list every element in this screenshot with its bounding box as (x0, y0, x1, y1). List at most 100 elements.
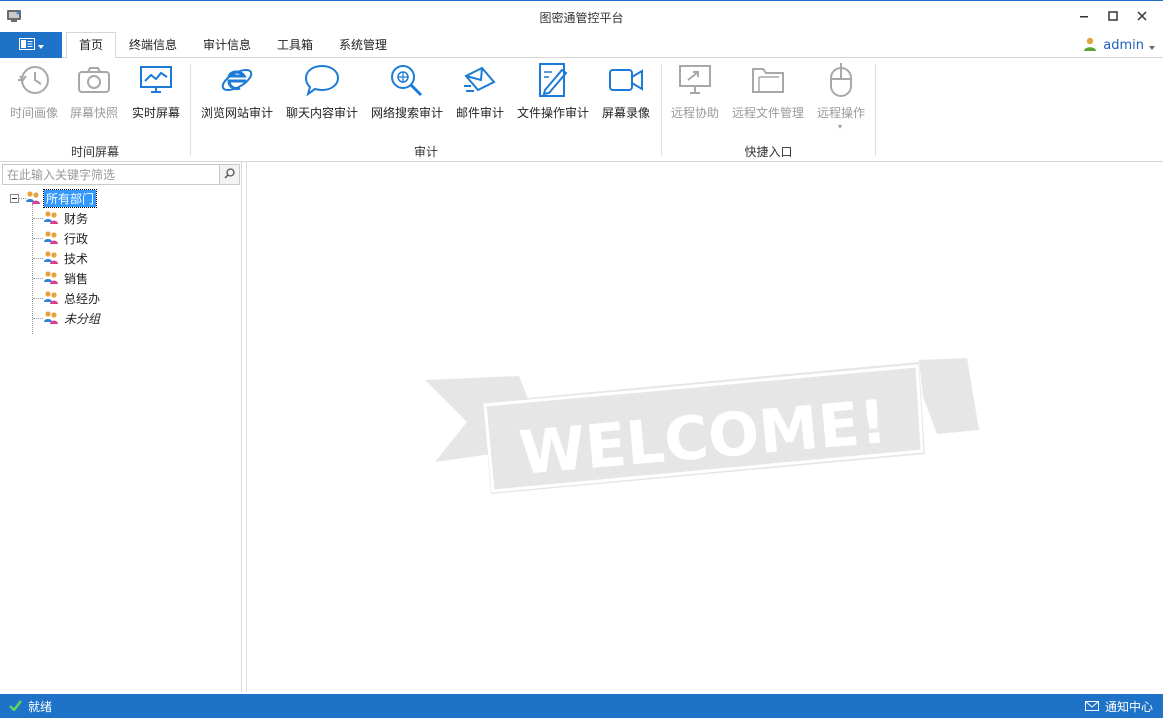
user-group-icon (43, 209, 59, 228)
tab-toolbox[interactable]: 工具箱 (265, 32, 325, 58)
group-label-audit: 审计 (413, 145, 438, 159)
window-title: 图密通管控平台 (539, 11, 624, 25)
remote-assist-button[interactable]: 远程协助 (668, 62, 722, 122)
notification-center-button[interactable]: 通知中心 (1084, 698, 1153, 715)
tab-audit-info[interactable]: 审计信息 (191, 32, 263, 58)
filter-input[interactable] (3, 165, 219, 184)
tree-line (33, 278, 43, 279)
tree-line (33, 318, 43, 319)
tree-node-label: 未分组 (64, 311, 101, 326)
group-label-shortcuts: 快捷入口 (744, 145, 793, 159)
mouse-icon (821, 62, 861, 98)
tree-line (33, 298, 43, 299)
mail-send-icon (460, 62, 500, 98)
history-clock-icon (14, 62, 54, 98)
minimize-button[interactable] (1070, 5, 1098, 27)
tree-node-department[interactable]: 技术 (43, 249, 90, 267)
tree-node-all-departments[interactable]: 所有部门 (25, 188, 98, 208)
main-content: WELCOME! (246, 162, 1163, 692)
status-bar: 就绪 通知中心 (0, 694, 1163, 718)
video-camera-icon (606, 62, 646, 98)
monitor-chart-icon (136, 62, 176, 98)
chevron-down-icon (37, 38, 44, 52)
welcome-banner: WELCOME! (425, 358, 979, 494)
close-button[interactable] (1128, 5, 1156, 27)
tree-node-department[interactable]: 销售 (43, 269, 90, 287)
user-group-icon (43, 289, 59, 308)
time-portrait-button[interactable]: 时间画像 (8, 62, 60, 122)
remote-operation-button[interactable]: 远程操作 (815, 62, 867, 122)
filter-box (2, 164, 240, 185)
screen-snapshot-label: 屏幕快照 (69, 106, 118, 120)
tree-node-label: 所有部门 (42, 188, 98, 208)
tree-node-department[interactable]: 总经办 (43, 289, 102, 307)
mail-audit-button[interactable]: 邮件审计 (452, 62, 508, 122)
envelope-icon (1084, 700, 1099, 714)
tree-node-department[interactable]: 行政 (43, 229, 90, 247)
tree-collapse-toggle[interactable] (10, 194, 19, 203)
tree-node-label: 财务 (64, 211, 89, 226)
folder-icon (748, 62, 788, 98)
tab-system-management[interactable]: 系统管理 (327, 32, 399, 58)
tree-node-ungrouped[interactable]: 未分组 (43, 309, 102, 327)
tree-line (32, 204, 33, 334)
tree-node-department[interactable]: 财务 (43, 209, 90, 227)
search-icon (224, 167, 235, 182)
tree-node-label: 技术 (64, 251, 89, 266)
screen-recording-label: 屏幕录像 (601, 106, 650, 120)
status-ready: 就绪 (9, 698, 52, 715)
group-label-time-screen: 时间屏幕 (70, 145, 119, 159)
user-name: admin (1103, 38, 1144, 53)
tab-home[interactable]: 首页 (66, 32, 117, 59)
user-group-icon (43, 249, 59, 268)
remote-monitor-icon (675, 62, 715, 98)
mail-audit-label: 邮件审计 (455, 106, 504, 120)
screen-snapshot-button[interactable]: 屏幕快照 (68, 62, 120, 122)
time-portrait-label: 时间画像 (9, 106, 58, 120)
group-separator (875, 64, 876, 156)
chevron-down-icon (1149, 39, 1155, 53)
user-menu[interactable]: admin (1082, 36, 1155, 55)
filter-search-button[interactable] (219, 165, 239, 184)
web-browsing-audit-button[interactable]: 浏览网站审计 (199, 62, 275, 122)
user-group-icon (25, 189, 41, 208)
file-operation-audit-label: 文件操作审计 (516, 106, 589, 120)
web-browsing-audit-label: 浏览网站审计 (200, 106, 273, 120)
user-group-icon (43, 269, 59, 288)
tab-terminal-info[interactable]: 终端信息 (117, 32, 189, 58)
chat-content-audit-button[interactable]: 聊天内容审计 (284, 62, 360, 122)
application-menu-button[interactable] (0, 32, 62, 58)
tree-node-label: 销售 (64, 271, 89, 286)
title-bar: 图密通管控平台 (0, 0, 1163, 32)
remote-assist-label: 远程协助 (670, 106, 719, 120)
remote-file-management-button[interactable]: 远程文件管理 (730, 62, 806, 122)
realtime-screen-button[interactable]: 实时屏幕 (129, 62, 183, 122)
maximize-button[interactable] (1099, 5, 1127, 27)
web-search-audit-button[interactable]: 网络搜索审计 (369, 62, 445, 122)
tree-node-label: 总经办 (64, 291, 101, 306)
globe-search-icon (387, 62, 427, 98)
user-group-icon (43, 229, 59, 248)
tree-line (33, 258, 43, 259)
ribbon-tab-bar: 首页 终端信息 审计信息 工具箱 系统管理 admin (0, 32, 1163, 59)
web-search-audit-label: 网络搜索审计 (370, 106, 443, 120)
remote-file-management-label: 远程文件管理 (731, 106, 804, 120)
department-panel: 所有部门 财务 行政 技术 销售 (0, 162, 242, 692)
status-text: 就绪 (28, 700, 53, 714)
chevron-down-icon: ▾ (838, 122, 843, 131)
document-edit-icon (533, 62, 573, 98)
realtime-screen-label: 实时屏幕 (131, 106, 180, 120)
internet-explorer-icon (217, 62, 257, 98)
checkmark-icon (9, 699, 22, 714)
banner-tail-right (919, 358, 979, 434)
file-operation-audit-button[interactable]: 文件操作审计 (515, 62, 591, 122)
tree-node-label: 行政 (64, 231, 89, 246)
user-group-icon (43, 309, 59, 328)
camera-icon (74, 62, 114, 98)
notification-center-label: 通知中心 (1104, 700, 1153, 714)
remote-operation-label: 远程操作 (816, 106, 865, 120)
user-avatar-icon (1082, 36, 1098, 55)
tree-line (33, 238, 43, 239)
screen-recording-button[interactable]: 屏幕录像 (599, 62, 653, 122)
ribbon-panel: 时间画像 屏幕快照 实时屏幕 时间屏幕 浏览网站审计 聊天内容审计 网络搜索审计 (0, 58, 1163, 162)
